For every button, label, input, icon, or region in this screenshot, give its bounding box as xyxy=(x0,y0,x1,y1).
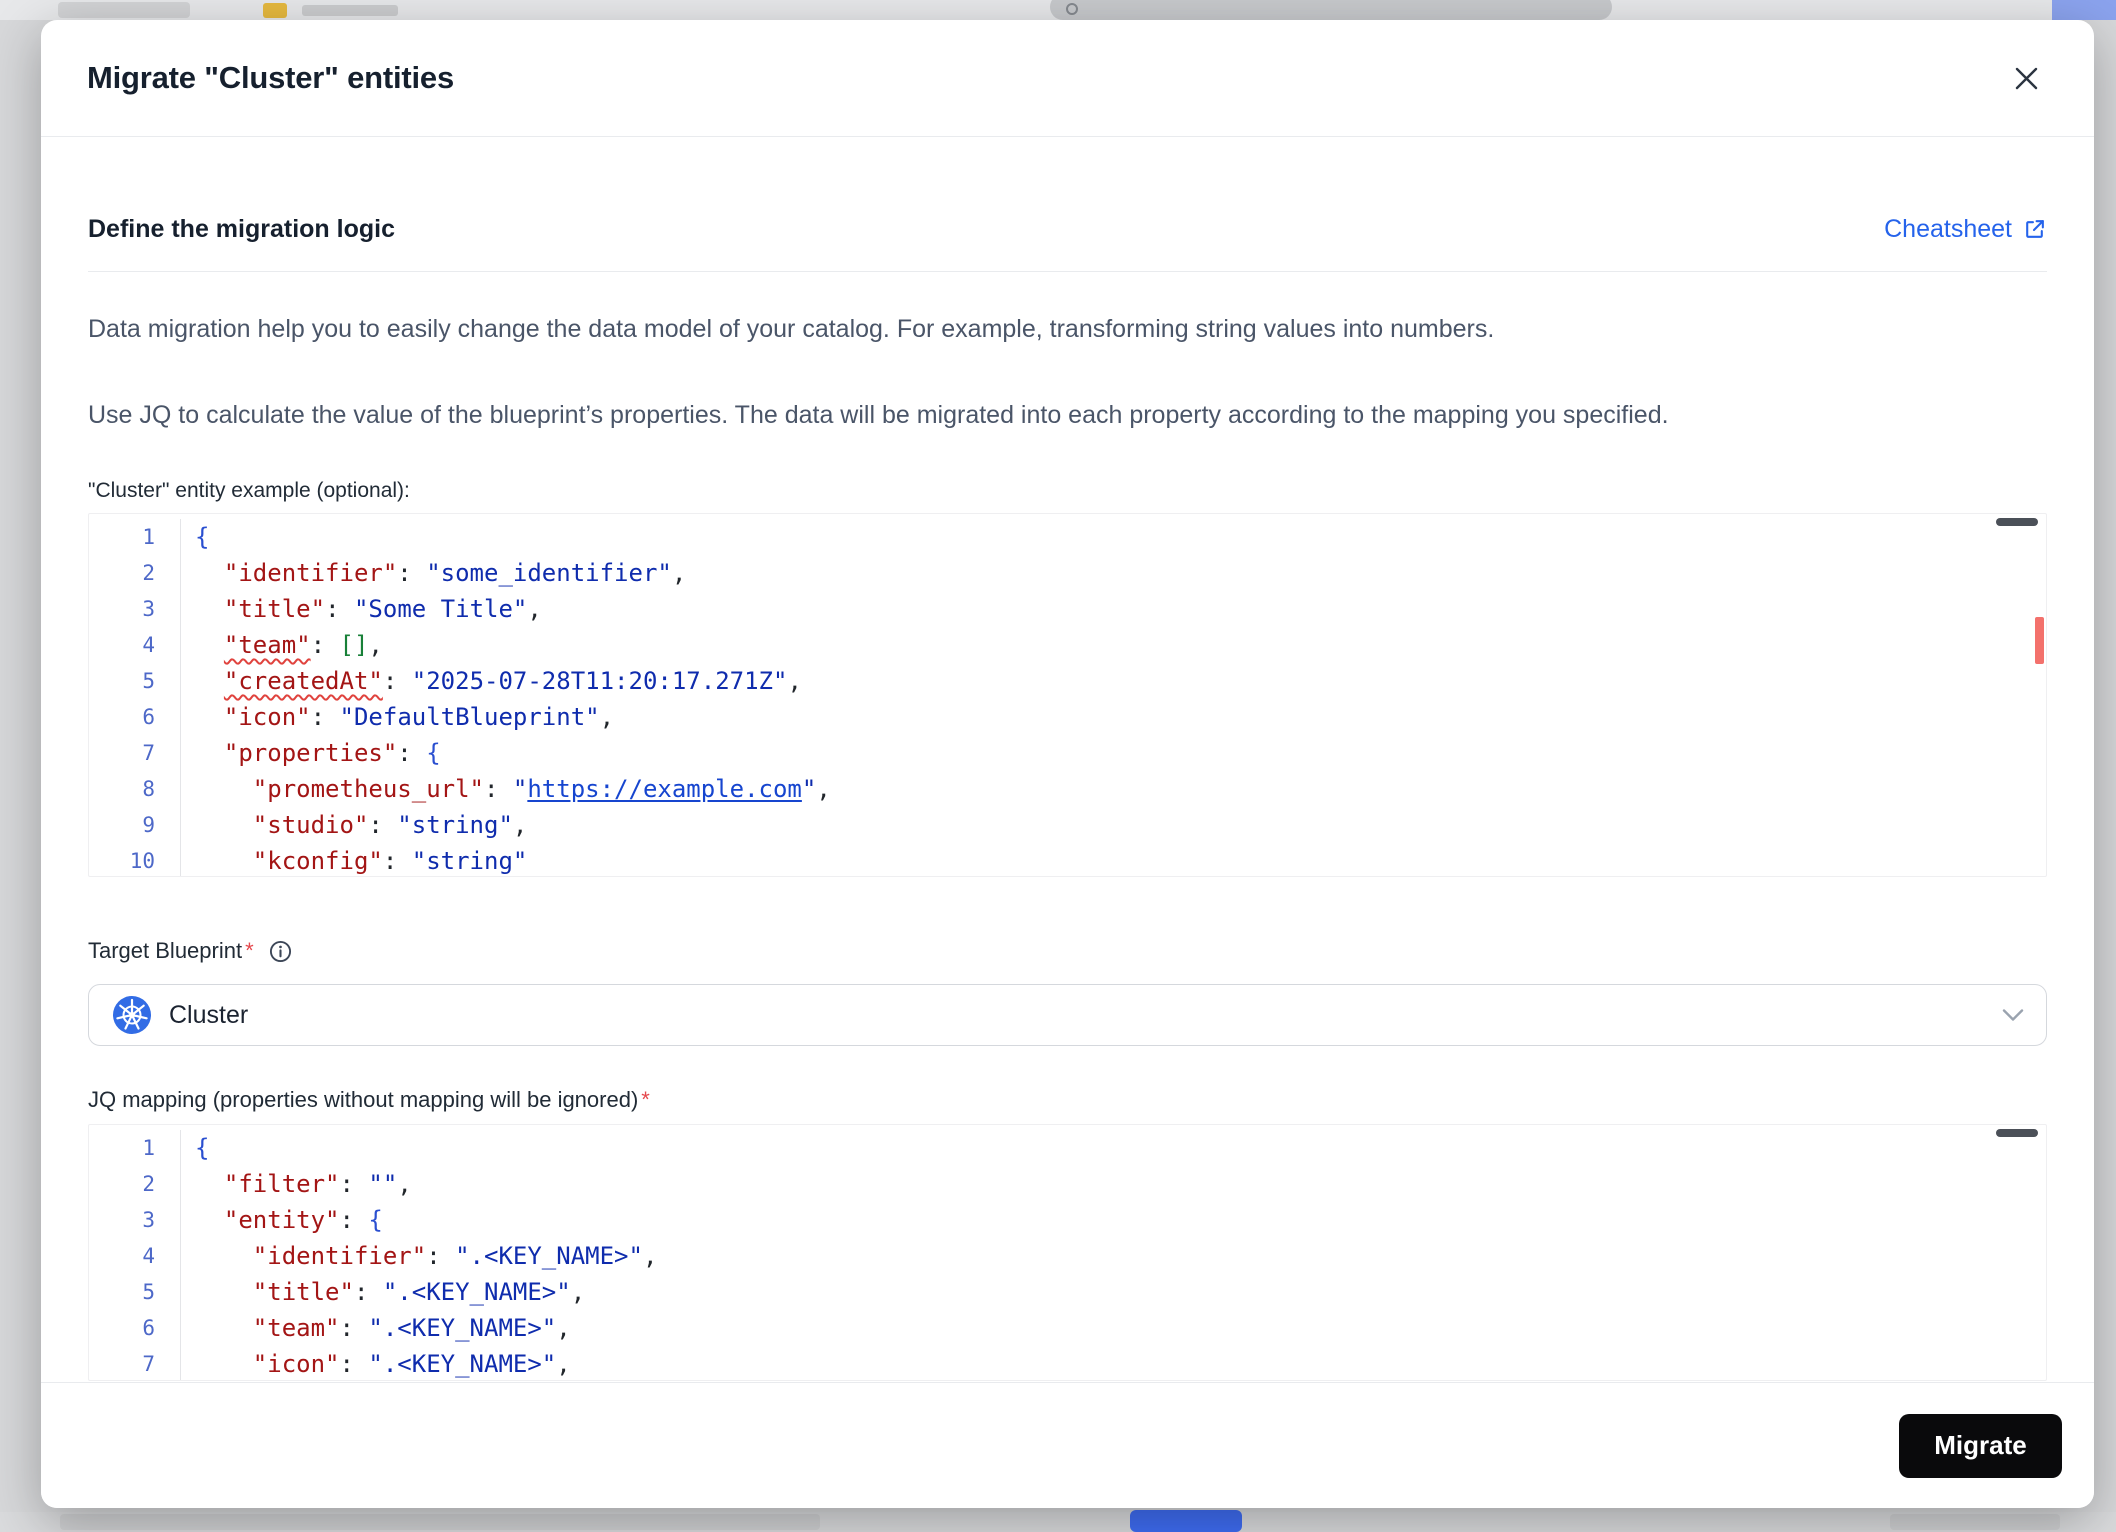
code-text: "team": [], xyxy=(223,631,383,659)
error-annotation-marker xyxy=(2035,617,2044,664)
line-number: 9 xyxy=(89,807,181,843)
target-blueprint-label-row: Target Blueprint * xyxy=(88,938,2047,964)
cheatsheet-link[interactable]: Cheatsheet xyxy=(1884,215,2047,244)
line-number: 2 xyxy=(89,555,181,591)
code-line: 4 "team": [], xyxy=(89,627,2046,663)
line-number: 6 xyxy=(89,699,181,735)
scrollbar-thumb[interactable] xyxy=(1996,518,2038,526)
code-text: { xyxy=(195,1134,210,1162)
section-heading-row: Define the migration logic Cheatsheet xyxy=(88,215,2047,244)
jq-mapping-label-text: JQ mapping (properties without mapping w… xyxy=(88,1087,639,1112)
line-number: 4 xyxy=(89,627,181,663)
required-asterisk: * xyxy=(641,1087,650,1112)
code-line: 3 "entity": { xyxy=(89,1202,2046,1238)
target-blueprint-select[interactable]: Cluster xyxy=(88,984,2047,1046)
selected-blueprint-value: Cluster xyxy=(169,1000,249,1029)
code-text: "icon": "DefaultBlueprint", xyxy=(223,703,615,731)
code-line: 7 "properties": { xyxy=(89,735,2046,771)
background-top-right-button xyxy=(2052,0,2116,20)
kubernetes-icon xyxy=(113,996,151,1034)
section-divider xyxy=(88,271,2047,272)
dialog-title: Migrate "Cluster" entities xyxy=(87,60,454,95)
dialog-footer: Migrate xyxy=(41,1382,2094,1508)
entity-example-code: 1{2 "identifier": "some_identifier", 3 "t… xyxy=(89,514,2046,876)
code-line: 8 "prometheus_url": "https://example.com… xyxy=(89,771,2046,807)
migrate-button[interactable]: Migrate xyxy=(1899,1413,2062,1478)
code-text: "team": ".<KEY_NAME>", xyxy=(252,1314,571,1342)
required-asterisk: * xyxy=(245,938,254,963)
background-bottom-panel-right xyxy=(1890,1514,2060,1530)
line-number: 8 xyxy=(89,771,181,807)
code-text: "title": "Some Title", xyxy=(223,595,542,623)
line-number: 1 xyxy=(89,519,181,555)
info-icon[interactable] xyxy=(268,939,293,964)
migrate-entities-dialog: Migrate "Cluster" entities Define the mi… xyxy=(41,20,2094,1508)
code-line: 2 "filter": "", xyxy=(89,1166,2046,1202)
background-bottom-panel xyxy=(60,1514,820,1530)
code-text: "prometheus_url": "https://example.com", xyxy=(252,775,831,803)
code-text: { xyxy=(195,523,210,551)
section-heading: Define the migration logic xyxy=(88,215,395,243)
code-text: "kconfig": "string" xyxy=(252,847,528,875)
line-number: 7 xyxy=(89,735,181,771)
cheatsheet-label: Cheatsheet xyxy=(1884,215,2012,243)
code-text: "identifier": "some_identifier", xyxy=(223,559,687,587)
code-line: 5 "createdAt": "2025-07-28T11:20:17.271Z… xyxy=(89,663,2046,699)
entity-example-label: "Cluster" entity example (optional): xyxy=(88,479,410,502)
description-line-2: Use JQ to calculate the value of the blu… xyxy=(88,401,1669,429)
code-line: 9 "studio": "string", xyxy=(89,807,2046,843)
code-line: 10 "kconfig": "string" xyxy=(89,843,2046,876)
code-line: 5 "title": ".<KEY_NAME>", xyxy=(89,1274,2046,1310)
close-button[interactable] xyxy=(2004,56,2048,100)
entity-example-editor[interactable]: 1{2 "identifier": "some_identifier", 3 "t… xyxy=(88,513,2047,877)
line-number: 6 xyxy=(89,1310,181,1346)
line-number: 3 xyxy=(89,1202,181,1238)
search-icon xyxy=(1066,3,1078,15)
code-line: 1{ xyxy=(89,1130,2046,1166)
target-blueprint-label-text: Target Blueprint xyxy=(88,938,243,963)
background-text xyxy=(302,5,398,16)
code-line: 4 "identifier": ".<KEY_NAME>", xyxy=(89,1238,2046,1274)
description-line-1: Data migration help you to easily change… xyxy=(88,315,1495,343)
line-number: 10 xyxy=(89,843,181,876)
line-number: 2 xyxy=(89,1166,181,1202)
dialog-header: Migrate "Cluster" entities xyxy=(41,20,2094,137)
screen: Migrate "Cluster" entities Define the mi… xyxy=(0,0,2116,1532)
target-blueprint-label: Target Blueprint * xyxy=(88,938,254,964)
code-text: "entity": { xyxy=(223,1206,383,1234)
line-number: 5 xyxy=(89,663,181,699)
scrollbar-thumb[interactable] xyxy=(1996,1129,2038,1137)
line-number: 7 xyxy=(89,1346,181,1380)
close-icon xyxy=(2015,67,2037,89)
code-line: 3 "title": "Some Title", xyxy=(89,591,2046,627)
code-line: 6 "team": ".<KEY_NAME>", xyxy=(89,1310,2046,1346)
code-text: "icon": ".<KEY_NAME>", xyxy=(252,1350,571,1378)
line-number: 1 xyxy=(89,1130,181,1166)
code-text: "title": ".<KEY_NAME>", xyxy=(252,1278,586,1306)
code-line: 1{ xyxy=(89,519,2046,555)
line-number: 3 xyxy=(89,591,181,627)
code-text: "properties": { xyxy=(223,739,441,767)
line-number: 5 xyxy=(89,1274,181,1310)
background-bottom-button xyxy=(1130,1510,1242,1532)
code-text: "studio": "string", xyxy=(252,811,528,839)
code-text: "filter": "", xyxy=(223,1170,412,1198)
background-tab xyxy=(58,2,190,18)
code-line: 7 "icon": ".<KEY_NAME>", xyxy=(89,1346,2046,1380)
jq-mapping-editor[interactable]: 1{2 "filter": "", 3 "entity": {4 "identif… xyxy=(88,1124,2047,1381)
code-line: 6 "icon": "DefaultBlueprint", xyxy=(89,699,2046,735)
code-text: "createdAt": "2025-07-28T11:20:17.271Z", xyxy=(223,667,802,695)
background-app-icon xyxy=(263,3,287,18)
jq-mapping-label: JQ mapping (properties without mapping w… xyxy=(88,1087,2047,1113)
background-search-bar xyxy=(1050,0,1612,20)
code-text: "identifier": ".<KEY_NAME>", xyxy=(252,1242,658,1270)
jq-mapping-code: 1{2 "filter": "", 3 "entity": {4 "identif… xyxy=(89,1125,2046,1380)
chevron-down-icon xyxy=(2002,1008,2024,1022)
dialog-body: Define the migration logic Cheatsheet Da… xyxy=(41,137,2094,1382)
external-link-icon xyxy=(2026,220,2044,238)
line-number: 4 xyxy=(89,1238,181,1274)
code-line: 2 "identifier": "some_identifier", xyxy=(89,555,2046,591)
